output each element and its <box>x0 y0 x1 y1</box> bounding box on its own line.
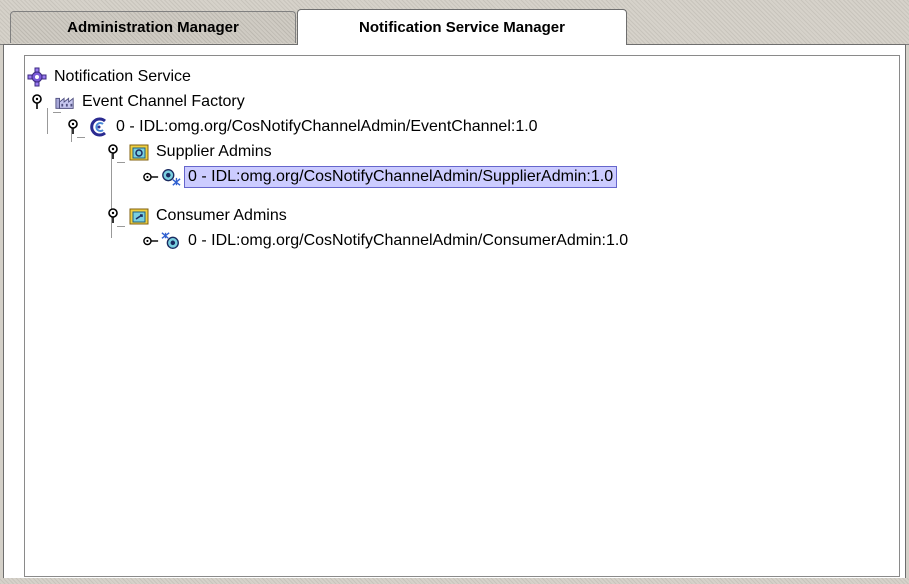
factory-icon <box>55 92 75 112</box>
collapse-handle-icon[interactable] <box>29 94 45 110</box>
tab-strip: Administration Manager Notification Serv… <box>0 0 909 45</box>
collapse-handle-icon[interactable] <box>105 208 121 224</box>
tree-node-consumer-admin[interactable]: 0 - IDL:omg.org/CosNotifyChannelAdmin/Co… <box>143 230 631 252</box>
expand-handle-icon[interactable] <box>143 169 159 185</box>
event-channel-icon <box>89 117 109 137</box>
folder-icon <box>129 206 149 226</box>
tree-node-label: 0 - IDL:omg.org/CosNotifyChannelAdmin/Co… <box>188 232 629 249</box>
tree-node-event-channel[interactable]: 0 - IDL:omg.org/CosNotifyChannelAdmin/Ev… <box>65 116 541 138</box>
window: Administration Manager Notification Serv… <box>0 0 909 584</box>
tree-node-label: Event Channel Factory <box>82 93 245 110</box>
tree-node-label: 0 - IDL:omg.org/CosNotifyChannelAdmin/Su… <box>183 166 618 188</box>
collapse-handle-icon[interactable] <box>105 144 121 160</box>
tree-node-notification-service[interactable]: Notification Service <box>27 66 194 88</box>
tab-notification-service-manager[interactable]: Notification Service Manager <box>297 9 627 45</box>
notification-service-icon <box>27 67 47 87</box>
tree-node-label: 0 - IDL:omg.org/CosNotifyChannelAdmin/Ev… <box>116 118 538 135</box>
folder-icon <box>129 142 149 162</box>
tree-node-supplier-admin[interactable]: 0 - IDL:omg.org/CosNotifyChannelAdmin/Su… <box>143 166 618 188</box>
tree-node-label: Consumer Admins <box>156 207 287 224</box>
tree-node-label: Supplier Admins <box>156 143 272 160</box>
supplier-admin-icon <box>161 167 181 187</box>
expand-handle-icon[interactable] <box>143 233 159 249</box>
window-bottom-edge <box>0 578 909 584</box>
consumer-admin-icon <box>161 231 181 251</box>
tree-node-event-channel-factory[interactable]: Event Channel Factory <box>29 91 248 113</box>
tree-view[interactable]: Notification Service Event Channel Facto… <box>24 55 900 577</box>
collapse-handle-icon[interactable] <box>65 119 81 135</box>
tree-node-consumer-admins[interactable]: Consumer Admins <box>105 205 290 227</box>
tree-node-supplier-admins[interactable]: Supplier Admins <box>105 141 275 163</box>
tab-administration-manager[interactable]: Administration Manager <box>10 11 296 43</box>
tree-node-label: Notification Service <box>54 68 191 85</box>
